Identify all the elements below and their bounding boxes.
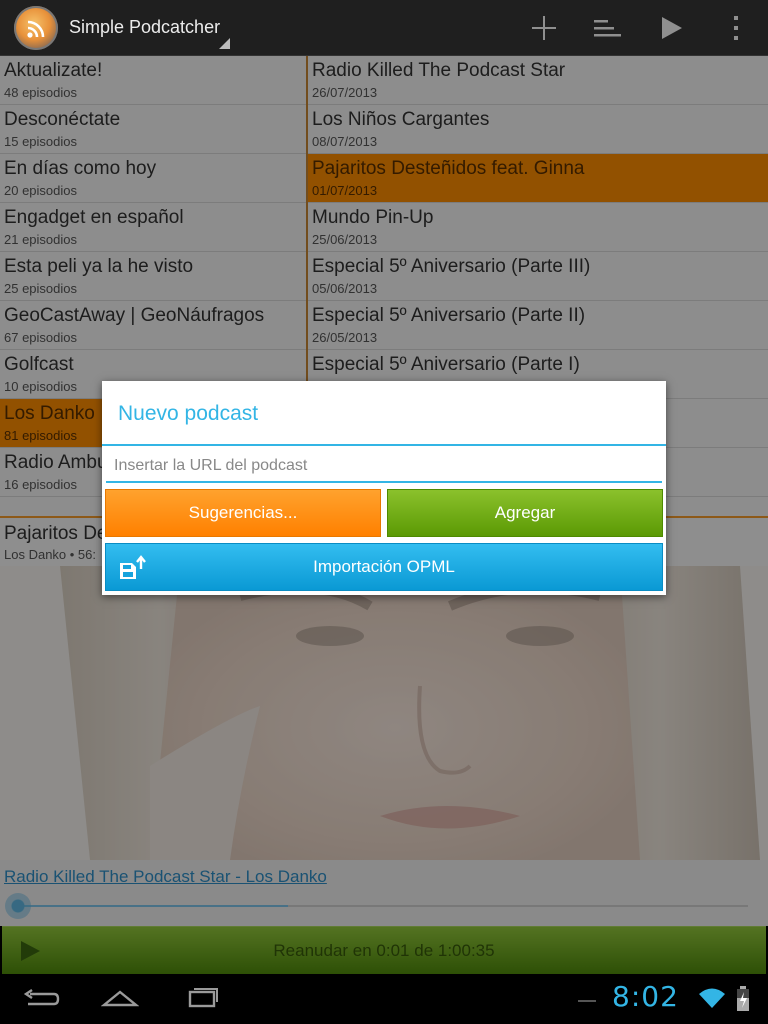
recent-apps-icon <box>188 988 218 1008</box>
home-button[interactable] <box>95 984 145 1014</box>
add-button[interactable]: Agregar <box>387 489 663 537</box>
suggestions-label: Sugerencias... <box>188 503 298 522</box>
back-icon <box>23 989 60 1006</box>
play-icon <box>662 17 682 39</box>
new-podcast-dialog: Nuevo podcast Sugerencias... Agregar Imp… <box>102 381 666 595</box>
import-icon <box>120 555 146 579</box>
playlist-button[interactable] <box>588 8 628 48</box>
rss-icon <box>27 20 45 38</box>
navigation-bar: 8:02 <box>0 974 768 1024</box>
plus-icon <box>532 16 556 40</box>
dialog-title: Nuevo podcast <box>118 402 259 425</box>
clock: 8:02 <box>612 980 679 1013</box>
play-button[interactable] <box>652 8 692 48</box>
playlist-icon <box>594 20 621 37</box>
spinner-caret-icon <box>219 38 230 49</box>
opml-import-label: Importación OPML <box>313 557 455 576</box>
rss-logo-icon[interactable] <box>14 6 58 50</box>
opml-import-button[interactable]: Importación OPML <box>105 543 663 591</box>
home-icon <box>101 990 139 1007</box>
overflow-menu-icon <box>734 16 738 40</box>
app-title[interactable]: Simple Podcatcher <box>69 17 220 38</box>
dialog-divider <box>102 444 666 446</box>
status-icon <box>578 1000 596 1002</box>
wifi-icon <box>699 988 725 1008</box>
battery-icon <box>737 986 749 1011</box>
add-podcast-button[interactable] <box>524 8 564 48</box>
back-button[interactable] <box>16 984 66 1014</box>
suggestions-button[interactable]: Sugerencias... <box>105 489 381 537</box>
add-label: Agregar <box>494 503 556 522</box>
podcast-url-input[interactable] <box>106 451 662 483</box>
overflow-menu-button[interactable] <box>716 8 756 48</box>
recent-apps-button[interactable] <box>176 984 226 1014</box>
action-bar: Simple Podcatcher <box>0 0 768 56</box>
